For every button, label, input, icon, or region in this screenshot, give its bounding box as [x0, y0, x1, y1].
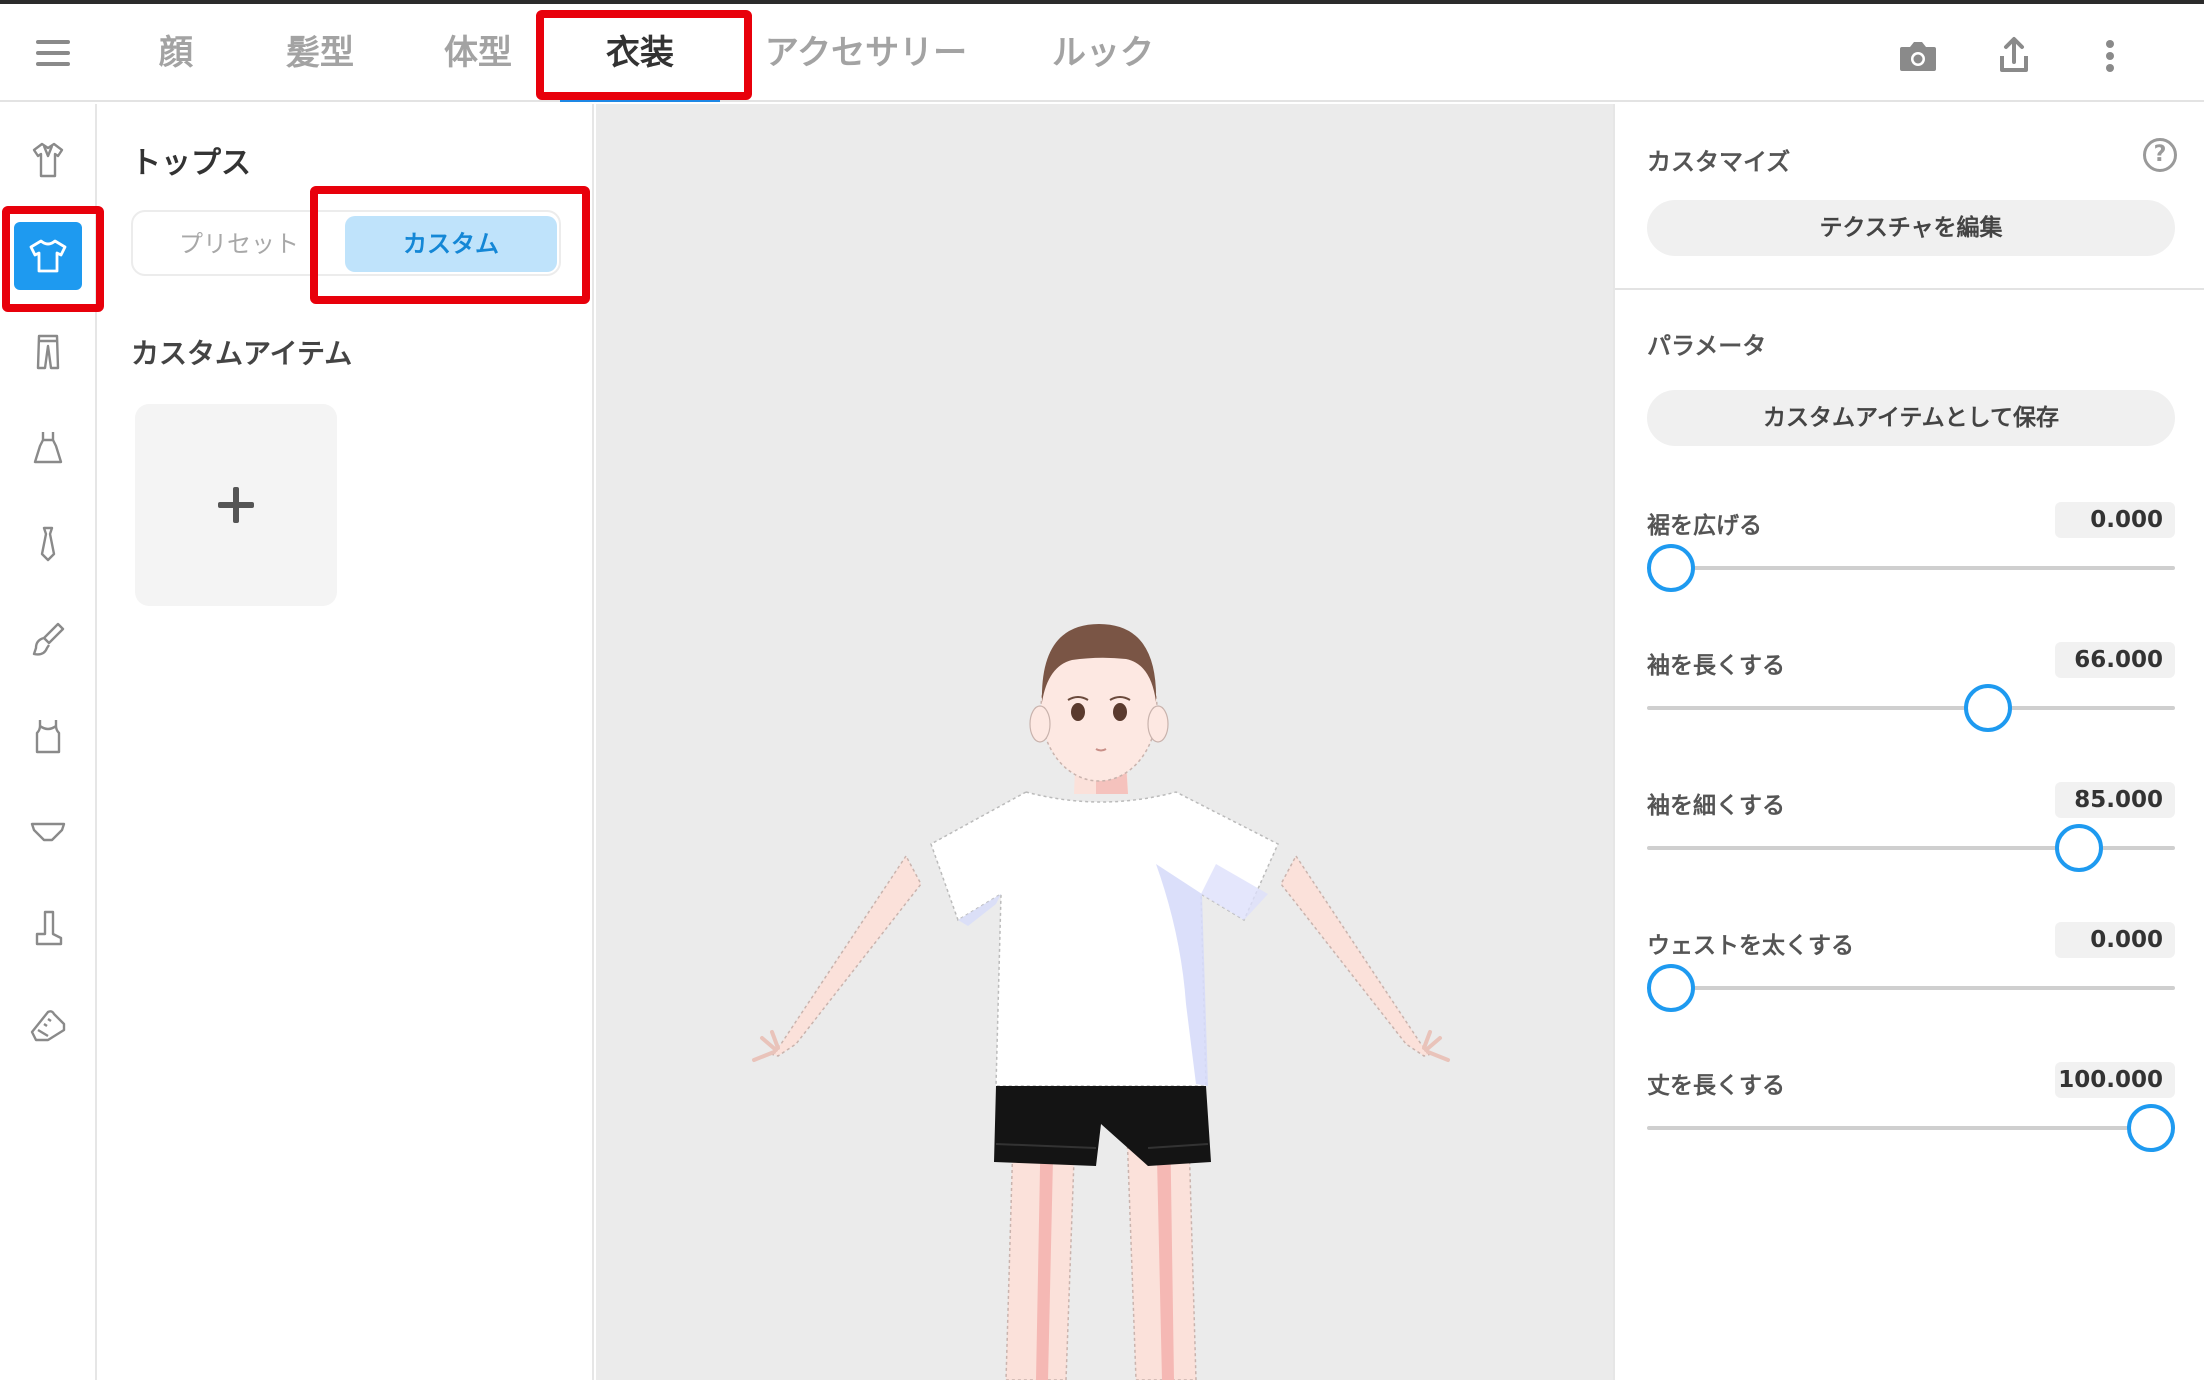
- slider-thumb[interactable]: [2127, 1104, 2175, 1152]
- top-bar: 顔 髪型 体型 衣装 アクセサリー ルック: [0, 4, 2204, 102]
- plus-icon: [218, 487, 254, 523]
- more-vertical-icon[interactable]: [2088, 34, 2132, 78]
- category-rail: [0, 104, 97, 1380]
- slider-track[interactable]: [1647, 566, 2175, 570]
- slider-track[interactable]: [1647, 706, 2175, 710]
- param-label: 袖を長くする: [1647, 653, 1785, 679]
- slider-track[interactable]: [1647, 986, 2175, 990]
- tab-look[interactable]: ルック: [1050, 26, 1156, 80]
- slider-thumb[interactable]: [2055, 824, 2103, 872]
- param-value-field[interactable]: 66.000: [2055, 642, 2175, 678]
- necktie-icon[interactable]: [14, 510, 82, 578]
- preset-custom-toggle: プリセット カスタム: [131, 210, 561, 276]
- param-label: 裾を広げる: [1647, 513, 1762, 539]
- param-sleeve-thinness: 袖を細くする 85.000: [1647, 782, 2175, 906]
- underwear-icon[interactable]: [14, 798, 82, 866]
- param-value-field[interactable]: 100.000: [2055, 1062, 2175, 1098]
- share-upload-icon[interactable]: [1992, 34, 2036, 78]
- sneaker-icon[interactable]: [14, 990, 82, 1058]
- param-value-field[interactable]: 0.000: [2055, 922, 2175, 958]
- param-sleeve-length: 袖を長くする 66.000: [1647, 642, 2175, 766]
- customize-heading: カスタマイズ: [1647, 148, 1791, 176]
- param-label: 袖を細くする: [1647, 793, 1785, 819]
- slider-track[interactable]: [1647, 1126, 2175, 1130]
- camera-icon[interactable]: [1896, 34, 1940, 78]
- slider-thumb[interactable]: [1647, 964, 1695, 1012]
- custom-button[interactable]: カスタム: [345, 216, 557, 272]
- tab-face[interactable]: 顔: [146, 26, 206, 80]
- pants-icon[interactable]: [14, 318, 82, 386]
- save-as-custom-item-button[interactable]: カスタムアイテムとして保存: [1647, 390, 2175, 446]
- param-waist-width: ウェストを太くする 0.000: [1647, 922, 2175, 1046]
- tops-panel: トップス プリセット カスタム カスタムアイテム: [99, 104, 594, 1380]
- customize-panel: カスタマイズ ? テクスチャを編集 パラメータ カスタムアイテムとして保存 裾を…: [1613, 104, 2204, 1380]
- tab-body-shape[interactable]: 体型: [438, 26, 518, 80]
- tab-hairstyle[interactable]: 髪型: [280, 26, 360, 80]
- param-value-field[interactable]: 85.000: [2055, 782, 2175, 818]
- help-icon[interactable]: ?: [2143, 138, 2177, 172]
- param-label: ウェストを太くする: [1647, 933, 1854, 959]
- boot-icon[interactable]: [14, 894, 82, 962]
- dress-icon[interactable]: [14, 414, 82, 482]
- slider-thumb[interactable]: [1963, 684, 2012, 732]
- add-custom-item-button[interactable]: [135, 404, 337, 606]
- tank-top-icon[interactable]: [14, 702, 82, 770]
- shirt-outline-icon[interactable]: [14, 126, 82, 194]
- preset-button[interactable]: プリセット: [139, 216, 339, 272]
- parameters-heading: パラメータ: [1647, 332, 1767, 360]
- slider-thumb[interactable]: [1647, 544, 1695, 592]
- custom-items-heading: カスタムアイテム: [131, 337, 353, 370]
- tab-outfit[interactable]: 衣装: [598, 26, 682, 80]
- edit-texture-button[interactable]: テクスチャを編集: [1647, 200, 2175, 256]
- param-hem-flare: 裾を広げる 0.000: [1647, 502, 2175, 626]
- active-tab-indicator: [560, 98, 720, 102]
- paintbrush-icon[interactable]: [14, 606, 82, 674]
- avatar-3d-viewport[interactable]: [596, 104, 1613, 1380]
- avatar-model: [752, 624, 1450, 1380]
- tab-accessories[interactable]: アクセサリー: [762, 26, 970, 80]
- panel-title: トップス: [131, 146, 251, 181]
- param-label: 丈を長くする: [1647, 1073, 1785, 1099]
- panel-divider: [1615, 288, 2204, 290]
- param-length: 丈を長くする 100.000: [1647, 1062, 2175, 1186]
- hamburger-menu-icon[interactable]: [36, 40, 70, 66]
- tshirt-icon[interactable]: [14, 222, 82, 290]
- param-value-field[interactable]: 0.000: [2055, 502, 2175, 538]
